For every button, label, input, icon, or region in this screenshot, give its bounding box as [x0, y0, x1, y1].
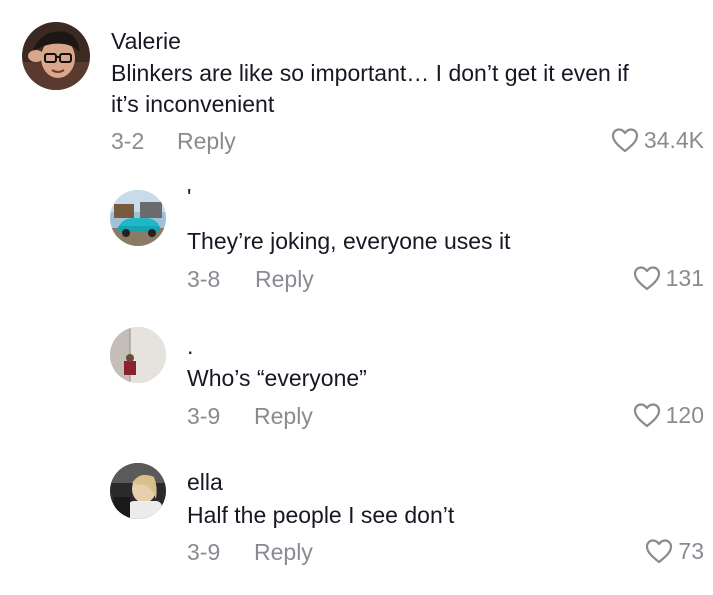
comment-text: Blinkers are like so important… I don’t … — [111, 58, 691, 120]
like-count: 120 — [665, 401, 704, 428]
username[interactable]: . — [187, 333, 193, 360]
heart-outline-icon — [633, 403, 660, 428]
avatar[interactable] — [110, 327, 166, 383]
reply-button[interactable]: Reply — [177, 128, 236, 155]
like-count: 34.4K — [643, 126, 704, 153]
comment-text: Who’s “everyone” — [187, 365, 367, 391]
comment-item: Valerie Blinkers are like so important… … — [0, 0, 713, 180]
heart-outline-icon — [611, 128, 638, 153]
heart-outline-icon — [633, 266, 660, 291]
avatar[interactable] — [110, 190, 166, 246]
comment-date: 3-9 — [187, 403, 221, 429]
username[interactable]: ella — [187, 469, 223, 496]
like-count: 131 — [665, 264, 704, 291]
comment-text: They’re joking, everyone uses it — [187, 228, 511, 254]
reply-item: . Who’s “everyone” 3-9 Reply 120 — [0, 315, 713, 455]
like-button[interactable]: 120 — [632, 401, 704, 429]
like-button[interactable]: 131 — [632, 264, 704, 292]
like-count: 73 — [678, 537, 704, 564]
like-button[interactable]: 34.4K — [610, 126, 704, 154]
comment-text-line: it’s inconvenient — [111, 91, 275, 117]
comment-date: 3-8 — [187, 266, 221, 292]
like-button[interactable]: 73 — [644, 537, 704, 565]
reply-button[interactable]: Reply — [255, 266, 314, 293]
avatar[interactable] — [22, 22, 90, 90]
username[interactable]: Valerie — [111, 28, 181, 55]
avatar[interactable] — [110, 463, 166, 519]
username[interactable]: ' — [187, 184, 191, 211]
comment-text-line: Blinkers are like so important… I don’t … — [111, 60, 629, 86]
comment-date: 3-9 — [187, 539, 221, 565]
reply-button[interactable]: Reply — [254, 403, 313, 430]
heart-outline-icon — [646, 539, 673, 564]
reply-item: ella Half the people I see don’t 3-9 Rep… — [0, 455, 713, 595]
reply-button[interactable]: Reply — [254, 539, 313, 566]
comment-date: 3-2 — [111, 128, 145, 154]
comment-text: Half the people I see don’t — [187, 502, 455, 528]
reply-item: ' They’re joking, everyone uses it 3-8 R… — [0, 180, 713, 315]
